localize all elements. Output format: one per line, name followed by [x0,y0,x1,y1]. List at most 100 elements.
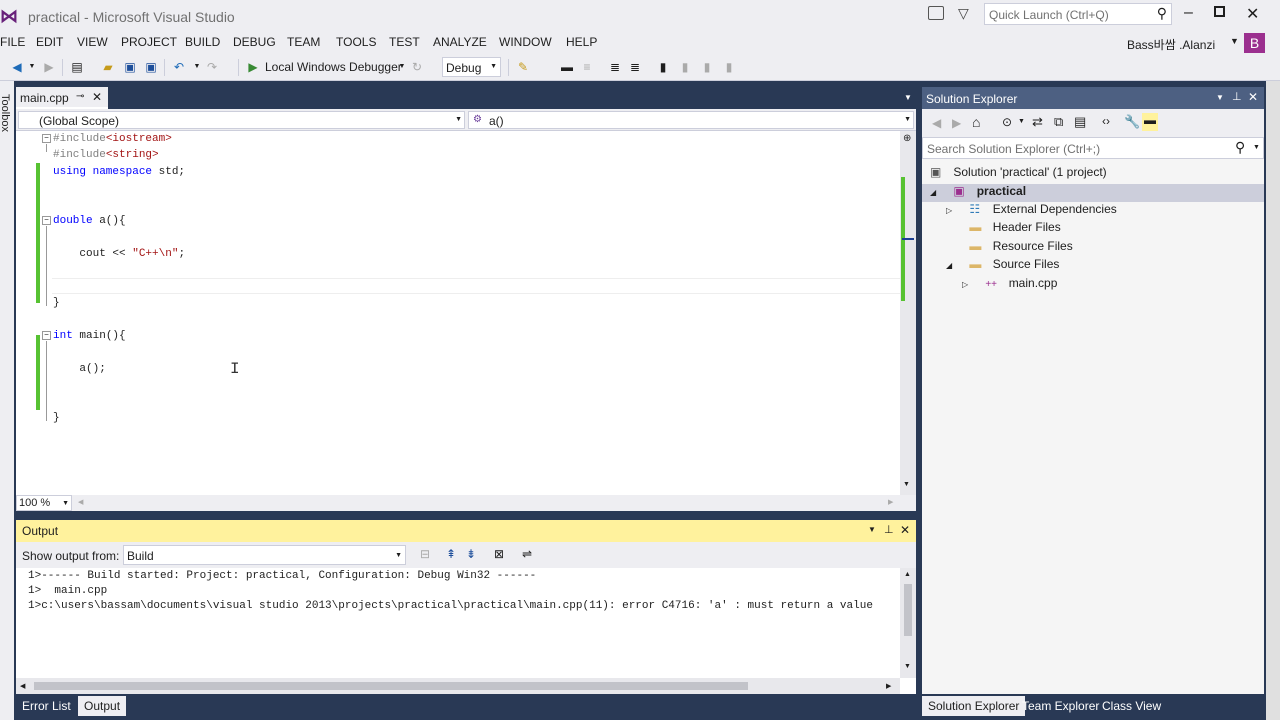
filter-icon[interactable]: ▽ [958,5,969,22]
next-message-icon[interactable]: ⇟ [466,547,476,561]
prev-bookmark-icon[interactable]: ▮ [678,60,692,74]
menu-build[interactable]: BUILD [185,35,220,49]
output-text-area[interactable]: 1>------ Build started: Project: practic… [16,568,900,678]
preview-icon[interactable]: ▬ [1142,113,1158,131]
se-close-icon[interactable]: ✕ [1248,90,1258,104]
collapse-icon[interactable]: − [42,216,51,225]
scroll-thumb[interactable] [904,584,912,636]
editor-vertical-scrollbar[interactable]: ⊕ ▼ [900,131,916,495]
tab-output[interactable]: Output [78,696,127,716]
find-message-icon[interactable]: ⊟ [420,547,430,561]
comment-icon[interactable]: ≣ [608,60,622,74]
indent-icon[interactable]: ≡ [580,60,594,74]
code-editor[interactable]: − − − #include<iostream> #include<string… [16,131,900,495]
se-options-icon[interactable]: ▼ [1216,93,1224,102]
save-all-icon[interactable]: ▣ [144,60,158,74]
clear-all-icon[interactable]: ⊠ [494,547,504,561]
tab-overflow-icon[interactable]: ▼ [904,93,912,102]
refresh-icon[interactable]: ⇄ [1032,114,1043,130]
menu-help[interactable]: HELP [566,35,597,49]
tab-solution-explorer[interactable]: Solution Explorer [922,696,1026,716]
tree-external-dependencies[interactable]: ▷ ☷ External Dependencies [946,202,1117,220]
home-icon[interactable]: ⌂ [972,114,980,130]
menu-test[interactable]: TEST [389,35,420,49]
se-forward-icon[interactable]: ▶ [952,116,961,130]
toolbox-strip[interactable]: Toolbox [0,81,14,720]
tab-close-icon[interactable]: ✕ [92,90,102,104]
back-icon[interactable]: ◀ [10,60,24,74]
start-debug-icon[interactable]: ▶ [246,60,260,74]
editor-horizontal-scrollbar[interactable]: 100 % ▼ ◀ ▶ [16,495,916,511]
output-horizontal-scrollbar[interactable]: ◀ ▶ [16,678,900,694]
minimize-button[interactable]: – [1184,4,1193,22]
bookmark-icon[interactable]: ▮ [656,60,670,74]
tree-resource-files[interactable]: ▬ Resource Files [946,239,1072,257]
search-dropdown-icon[interactable]: ▼ [1253,144,1260,151]
collapse-icon[interactable]: − [42,331,51,340]
split-icon[interactable]: ⊕ [903,133,911,144]
member-dropdown[interactable]: ⚙ a() ▼ [468,111,914,129]
uncomment-icon[interactable]: ≣ [628,60,642,74]
find-in-files-icon[interactable]: ✎ [516,60,530,74]
clear-bookmarks-icon[interactable]: ▮ [722,60,736,74]
format-icon[interactable]: ▬ [560,60,574,74]
expand-arrow-icon[interactable]: ▷ [946,206,958,215]
properties-icon[interactable]: 🔧 [1124,114,1140,130]
menu-tools[interactable]: TOOLS [336,35,376,49]
output-source-select[interactable]: Build ▼ [123,545,406,565]
scroll-up-icon[interactable]: ▲ [904,571,911,578]
config-select[interactable]: Debug ▼ [442,57,501,77]
undo-icon[interactable]: ↶ [172,60,186,74]
forward-icon[interactable]: ▶ [42,60,56,74]
refresh-icon[interactable]: ↻ [410,60,424,74]
debugger-dropdown-icon[interactable]: ▼ [395,60,409,74]
output-vertical-scrollbar[interactable]: ▲ ▼ [900,568,916,678]
tree-header-files[interactable]: ▬ Header Files [946,220,1060,238]
scroll-right-icon[interactable]: ▶ [888,498,893,506]
tree-solution[interactable]: ▣ Solution 'practical' (1 project) [930,165,1107,183]
menu-window[interactable]: WINDOW [499,35,552,49]
expand-arrow-icon[interactable]: ▷ [962,280,974,289]
user-name[interactable]: Bass바쌈 .Alanzi [1127,36,1215,53]
sync-dropdown-icon[interactable]: ▼ [1018,118,1025,125]
avatar[interactable]: B [1244,33,1265,53]
zoom-select[interactable]: 100 % ▼ [16,495,72,511]
restore-button[interactable] [1214,6,1225,17]
menu-analyze[interactable]: ANALYZE [433,35,487,49]
scroll-left-icon[interactable]: ◀ [20,682,25,690]
menu-file[interactable]: FILE [0,35,25,49]
tab-team-explorer[interactable]: Team Explorer [1016,696,1105,716]
tree-main-cpp[interactable]: ▷ ++ main.cpp [962,276,1057,294]
tree-project[interactable]: ◢ ▣ practical [930,184,1026,202]
tree-source-files[interactable]: ◢ ▬ Source Files [946,257,1059,275]
menu-view[interactable]: VIEW [77,35,108,49]
collapse-arrow-icon[interactable]: ◢ [930,188,942,197]
tab-error-list[interactable]: Error List [16,696,77,716]
scroll-down-icon[interactable]: ▼ [904,663,911,670]
close-button[interactable]: ✕ [1246,4,1259,24]
collapse-arrow-icon[interactable]: ◢ [946,261,958,270]
word-wrap-icon[interactable]: ⇌ [522,547,532,561]
next-bookmark-icon[interactable]: ▮ [700,60,714,74]
redo-icon[interactable]: ↷ [205,60,219,74]
scroll-left-icon[interactable]: ◀ [78,498,83,506]
output-options-icon[interactable]: ▼ [868,525,876,534]
scroll-right-icon[interactable]: ▶ [886,682,891,690]
back-dropdown-icon[interactable]: ▼ [25,60,39,74]
output-pin-icon[interactable]: ⊥ [884,523,894,536]
tab-class-view[interactable]: Class View [1096,696,1167,716]
view-code-icon[interactable]: ‹› [1102,114,1110,128]
scroll-down-icon[interactable]: ▼ [903,481,910,488]
sync-icon[interactable]: ⊙ [1002,115,1012,129]
scroll-thumb[interactable] [34,682,748,690]
output-close-icon[interactable]: ✕ [900,523,910,537]
collapse-all-icon[interactable]: ⧉ [1054,114,1063,130]
menu-team[interactable]: TEAM [287,35,320,49]
feedback-icon[interactable] [928,6,944,20]
open-file-icon[interactable]: ▰ [101,60,115,74]
se-back-icon[interactable]: ◀ [932,116,941,130]
collapse-icon[interactable]: − [42,134,51,143]
quick-launch-input[interactable]: Quick Launch (Ctrl+Q) ⚲ [984,3,1172,25]
solution-search-input[interactable]: Search Solution Explorer (Ctrl+;) ⚲ ▼ [922,137,1264,159]
search-icon[interactable]: ⚲ [1235,139,1245,156]
